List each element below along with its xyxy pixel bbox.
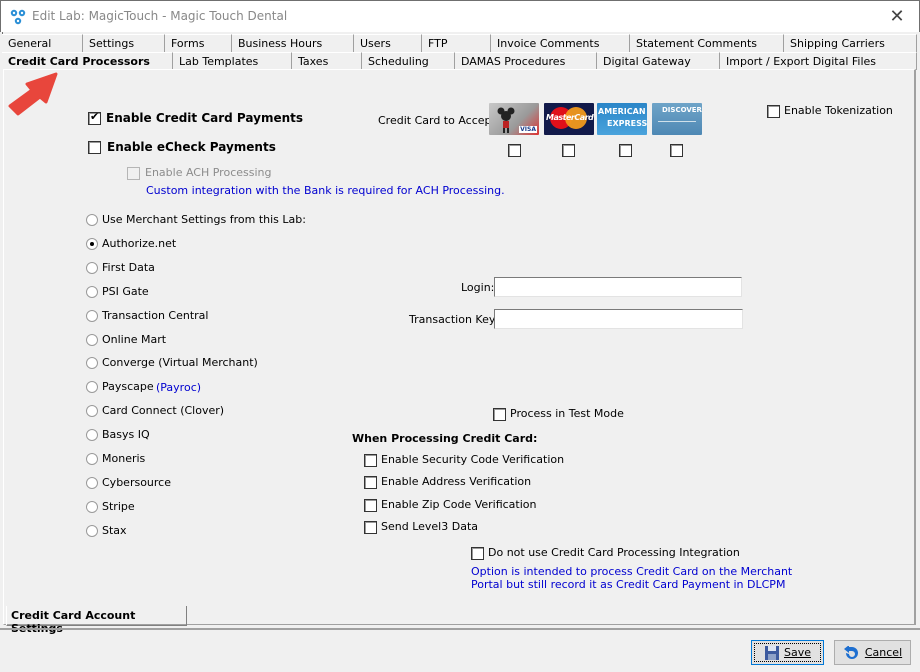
verification-label: Enable Zip Code Verification xyxy=(381,497,537,511)
verification-label: Enable Address Verification xyxy=(381,475,532,489)
verification-label: Send Level3 Data xyxy=(381,519,478,533)
accept-visa-checkbox[interactable] xyxy=(508,144,521,157)
tab-damas-procedures[interactable]: DAMAS Procedures xyxy=(455,52,597,70)
processor-radio[interactable] xyxy=(86,500,98,513)
verification-label: Enable Security Code Verification xyxy=(381,453,565,466)
tab-lab-templates[interactable]: Lab Templates xyxy=(173,52,292,70)
test-mode-label: Process in Test Mode xyxy=(510,407,624,420)
enable-ach-checkbox[interactable] xyxy=(127,167,140,180)
close-button[interactable]: ✕ xyxy=(887,7,907,27)
amex-logo-line1: AMERICAN xyxy=(598,107,646,116)
processor-radio[interactable] xyxy=(86,309,98,322)
when-processing-heading: When Processing Credit Card: xyxy=(352,432,538,445)
ach-note: Custom integration with the Bank is requ… xyxy=(146,184,505,197)
save-label: Save xyxy=(783,646,811,659)
login-input[interactable] xyxy=(494,277,742,297)
no-integration-label: Do not use Credit Card Processing Integr… xyxy=(488,546,740,559)
amex-card-image: AMERICAN EXPRESS xyxy=(597,103,647,135)
tab-taxes[interactable]: Taxes xyxy=(292,52,362,70)
enable-echeck-checkbox[interactable] xyxy=(88,141,101,154)
discover-card-image: DISCOVER xyxy=(652,103,702,135)
tab-forms[interactable]: Forms xyxy=(165,34,232,52)
tab-credit-card-account-settings[interactable]: Credit Card Account Settings xyxy=(6,606,187,635)
processor-label: Use Merchant Settings from this Lab: xyxy=(102,213,306,226)
close-icon: ✕ xyxy=(889,6,905,27)
processor-radio[interactable] xyxy=(86,453,98,465)
verification-checkbox[interactable] xyxy=(364,454,377,467)
tab-scheduling[interactable]: Scheduling xyxy=(362,52,455,70)
tab-ftp[interactable]: FTP xyxy=(422,34,491,52)
processor-label: Transaction Central xyxy=(102,308,209,322)
mickey-icon xyxy=(497,107,515,133)
verification-checkbox[interactable] xyxy=(364,520,377,534)
processor-label: Authorize.net xyxy=(102,236,177,250)
transaction-key-label: Transaction Key: xyxy=(409,313,499,326)
no-integration-note-line1: Option is intended to process Credit Car… xyxy=(471,565,793,578)
processor-radio[interactable] xyxy=(86,285,98,298)
amex-logo-line2: EXPRESS xyxy=(607,119,647,128)
processor-label: Stripe xyxy=(102,499,135,513)
mastercard-logo: MasterCard xyxy=(546,113,594,122)
tab-invoice-comments[interactable]: Invoice Comments xyxy=(491,34,630,52)
molecule-app-icon xyxy=(10,9,26,25)
tab-statement-comments[interactable]: Statement Comments xyxy=(630,34,784,52)
accept-mastercard-checkbox[interactable] xyxy=(562,144,575,157)
mastercard-card-image: MasterCard xyxy=(544,103,594,135)
no-integration-checkbox[interactable] xyxy=(471,547,484,560)
enable-credit-card-label: Enable Credit Card Payments xyxy=(106,111,304,125)
title-bar: Edit Lab: MagicTouch - Magic Touch Denta… xyxy=(0,0,920,32)
visa-logo: VISA xyxy=(519,126,537,133)
tab-users[interactable]: Users xyxy=(354,34,422,52)
discover-logo: DISCOVER xyxy=(662,106,702,114)
processor-radio[interactable] xyxy=(86,524,98,537)
tab-digital-gateway[interactable]: Digital Gateway xyxy=(597,52,720,70)
undo-arrow-icon xyxy=(843,645,858,659)
cancel-button[interactable]: Cancel xyxy=(834,640,911,665)
tab-business-hours[interactable]: Business Hours xyxy=(232,34,354,52)
processor-label: Payscape xyxy=(102,380,154,394)
visa-card-image: VISA xyxy=(489,103,539,135)
processor-label: Online Mart xyxy=(102,332,167,346)
processor-radio[interactable] xyxy=(86,261,98,274)
footer-bar: Save Cancel xyxy=(0,628,920,672)
accept-discover-checkbox[interactable] xyxy=(670,144,683,157)
enable-ach-label: Enable ACH Processing xyxy=(145,166,272,179)
processor-label: Card Connect (Clover) xyxy=(102,404,225,418)
cards-to-accept-label: Credit Card to Accept: xyxy=(378,114,500,127)
verification-checkbox[interactable] xyxy=(364,476,377,490)
processor-label: PSI Gate xyxy=(102,284,149,298)
processor-label: Stax xyxy=(102,523,127,537)
tab-credit-card-processors[interactable]: Credit Card Processors xyxy=(2,52,173,70)
transaction-key-input[interactable] xyxy=(494,309,743,329)
enable-tokenization-label: Enable Tokenization xyxy=(784,104,893,117)
tab-settings[interactable]: Settings xyxy=(83,34,165,52)
login-label: Login: xyxy=(461,281,495,294)
save-button[interactable]: Save xyxy=(751,640,824,665)
floppy-disk-icon xyxy=(764,645,779,660)
processor-note: (Payroc) xyxy=(156,381,202,395)
verification-checkbox[interactable] xyxy=(364,498,377,512)
processor-radio[interactable] xyxy=(86,476,98,489)
test-mode-checkbox[interactable] xyxy=(493,408,506,421)
tab-import-export-digital-files[interactable]: Import / Export Digital Files xyxy=(720,52,917,70)
accept-american-express-checkbox[interactable] xyxy=(619,144,632,157)
processor-label: Cybersource xyxy=(102,475,171,489)
tab-general[interactable]: General xyxy=(2,34,83,52)
processor-radio[interactable] xyxy=(86,333,98,346)
no-integration-note-line2: Portal but still record it as Credit Car… xyxy=(471,578,786,591)
processor-label: Basys IQ xyxy=(102,428,150,442)
processor-label: Moneris xyxy=(102,452,146,465)
enable-tokenization-checkbox[interactable] xyxy=(767,105,780,118)
processor-radio[interactable] xyxy=(86,429,98,442)
processor-label: First Data xyxy=(102,260,155,274)
enable-credit-card-checkbox[interactable] xyxy=(88,110,101,125)
tab-shipping-carriers[interactable]: Shipping Carriers xyxy=(784,34,917,52)
processor-radio[interactable] xyxy=(86,214,98,226)
cancel-label: Cancel xyxy=(864,646,903,659)
processor-label: Converge (Virtual Merchant) xyxy=(102,356,258,370)
enable-echeck-label: Enable eCheck Payments xyxy=(107,140,276,154)
processor-radio[interactable] xyxy=(86,237,98,250)
window-title: Edit Lab: MagicTouch - Magic Touch Denta… xyxy=(32,9,288,23)
